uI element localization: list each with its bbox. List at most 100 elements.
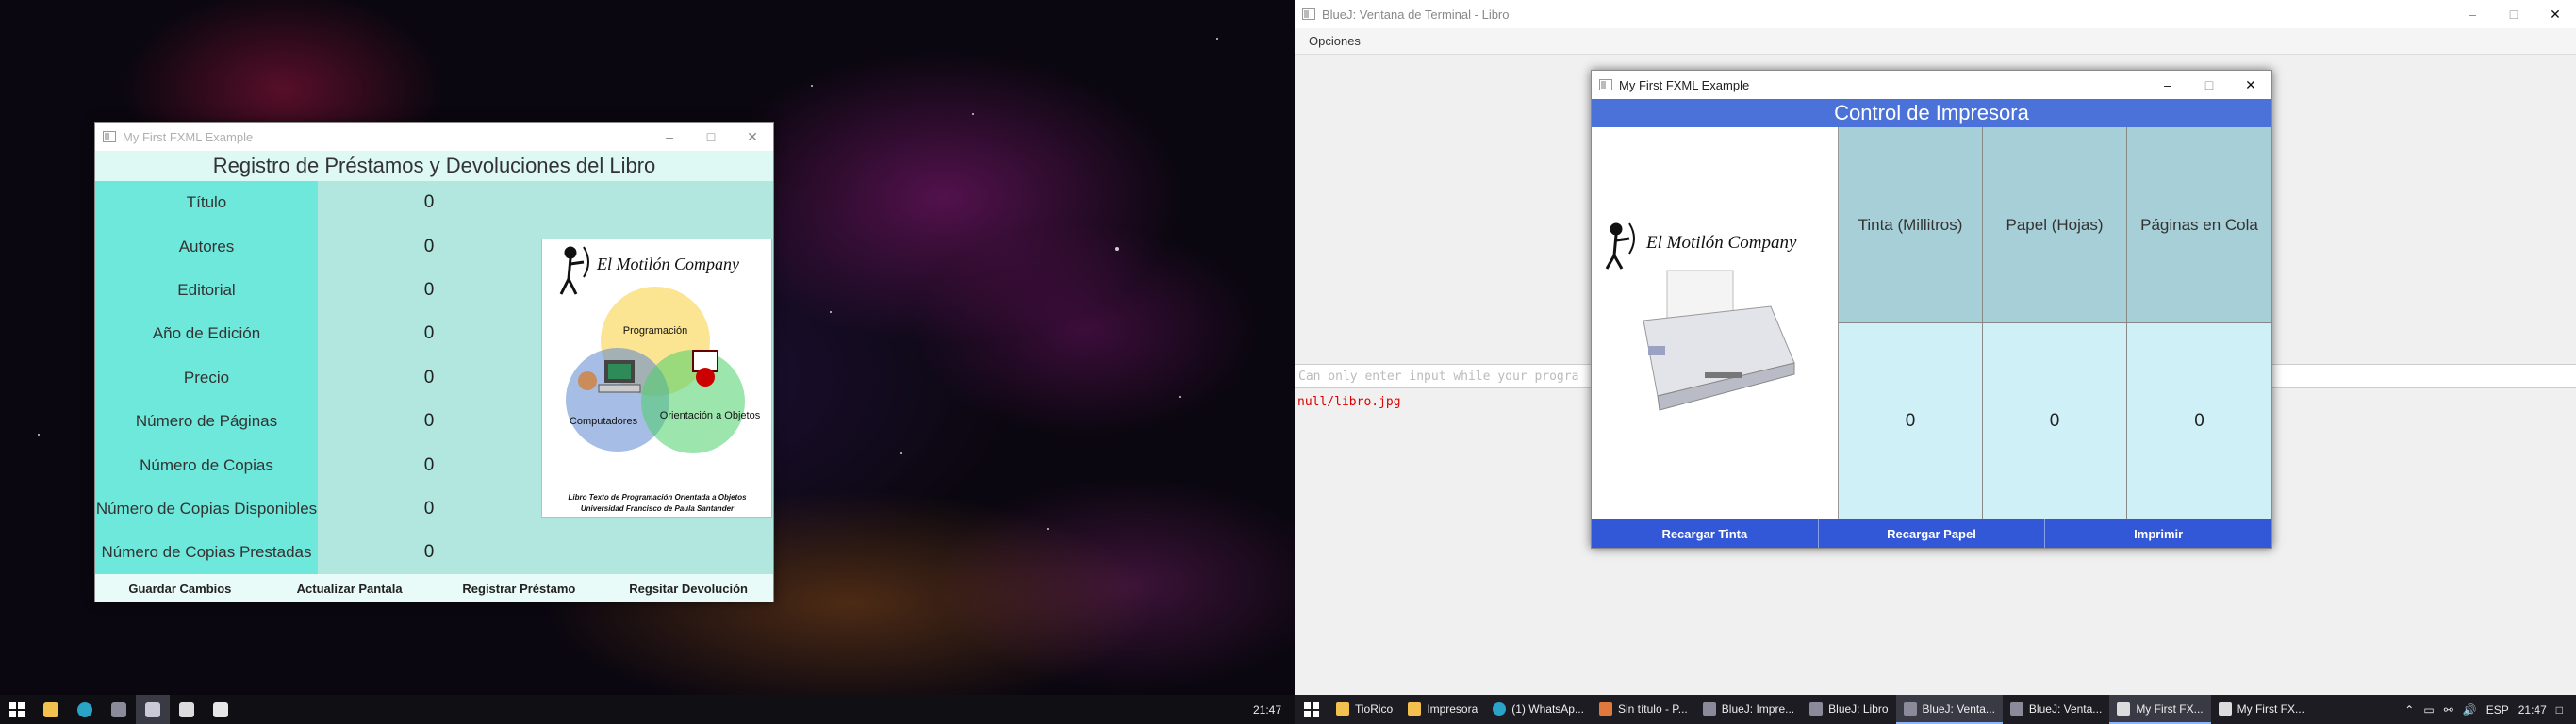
value-copias-prestadas: 0: [423, 542, 435, 563]
library-window-title: My First FXML Example: [123, 129, 254, 144]
taskbar-right: TioRico Impresora (1) WhatsAp... Sin tít…: [1295, 695, 2576, 724]
value-precio: 0: [423, 367, 435, 387]
clock-left[interactable]: 21:47: [1253, 703, 1281, 716]
terminal-title: BlueJ: Ventana de Terminal - Libro: [1322, 7, 1510, 22]
printer-panel: El Motilón Company Tinta (Millitros) 0 P…: [1592, 127, 2271, 519]
taskbar-app-bluej-ventana-2[interactable]: BlueJ: Venta...: [2003, 695, 2109, 724]
value-numero-paginas: 0: [423, 411, 435, 432]
taskbar-left: 21:47: [0, 695, 1295, 724]
recargar-papel-button[interactable]: Recargar Papel: [1819, 519, 2046, 548]
printer-image: El Motilón Company: [1592, 127, 1839, 519]
taskbar-app-paint[interactable]: Sin título - P...: [1592, 695, 1695, 724]
notification-icon[interactable]: □: [2556, 703, 2563, 716]
value-copias-disponibles: 0: [423, 498, 435, 518]
library-form: Título Autores Editorial Año de Edición …: [95, 181, 773, 574]
minimize-icon[interactable]: –: [649, 123, 690, 151]
language-indicator[interactable]: ESP: [2486, 703, 2509, 716]
label-numero-paginas: Número de Páginas: [135, 412, 278, 431]
close-icon[interactable]: ✕: [732, 123, 773, 151]
maximize-icon[interactable]: □: [690, 123, 732, 151]
paginas-value: 0: [2127, 323, 2271, 519]
label-copias-disponibles: Número de Copias Disponibles: [95, 499, 318, 518]
taskbar-app-fxml-2[interactable]: My First FX...: [2211, 695, 2312, 724]
bluej-icon: [1302, 8, 1315, 20]
archer-icon: [1605, 222, 1635, 270]
volume-icon[interactable]: 🔊: [2463, 703, 2477, 716]
chevron-up-icon[interactable]: ⌃: [2404, 703, 2414, 716]
menu-opciones[interactable]: Opciones: [1309, 34, 1361, 48]
paginas-label: Páginas en Cola: [2127, 127, 2271, 323]
minimize-icon[interactable]: –: [2452, 0, 2493, 28]
field-labels: Título Autores Editorial Año de Edición …: [95, 181, 318, 574]
logo-caption-2: Universidad Francisco de Paula Santander: [581, 504, 735, 513]
library-header: Registro de Préstamos y Devoluciones del…: [95, 151, 773, 181]
registrar-prestamo-button[interactable]: Registrar Préstamo: [435, 574, 604, 602]
label-editorial: Editorial: [177, 280, 236, 299]
file-explorer-icon[interactable]: [34, 695, 68, 724]
start-icon[interactable]: [1295, 695, 1329, 724]
taskbar-app-impresora[interactable]: Impresora: [1400, 695, 1485, 724]
paginas-column: Páginas en Cola 0: [2127, 127, 2271, 519]
taskbar-app-tiorico[interactable]: TioRico: [1329, 695, 1400, 724]
imprimir-button[interactable]: Imprimir: [2045, 519, 2271, 548]
logo-caption-1: Libro Texto de Programación Orientada a …: [568, 493, 747, 502]
edge-icon[interactable]: [68, 695, 102, 724]
maximize-icon[interactable]: □: [2188, 71, 2230, 99]
label-copias-prestadas: Número de Copias Prestadas: [101, 543, 312, 562]
value-anio-edicion: 0: [423, 323, 435, 344]
bluej-active-icon[interactable]: [136, 695, 170, 724]
tinta-value: 0: [1839, 323, 1982, 519]
papel-label: Papel (Hojas): [1983, 127, 2126, 323]
printer-window: My First FXML Example – □ ✕ Control de I…: [1591, 70, 2272, 549]
label-autores: Autores: [178, 237, 235, 255]
value-titulo: 0: [423, 192, 435, 213]
tinta-label: Tinta (Millitros): [1839, 127, 1982, 323]
tinta-column: Tinta (Millitros) 0: [1839, 127, 1983, 519]
registrar-devolucion-button[interactable]: Regsitar Devolución: [603, 574, 773, 602]
taskbar-app-bluej-impresora[interactable]: BlueJ: Impre...: [1695, 695, 1802, 724]
maximize-icon[interactable]: □: [2493, 0, 2535, 28]
papel-column: Papel (Hojas) 0: [1983, 127, 2127, 519]
venn-orientacion: Orientación a Objetos: [660, 410, 761, 421]
value-numero-copias: 0: [423, 454, 435, 475]
terminal-titlebar[interactable]: BlueJ: Ventana de Terminal - Libro – □ ✕: [1295, 0, 2576, 28]
minimize-icon[interactable]: –: [2147, 71, 2188, 99]
label-anio-edicion: Año de Edición: [152, 324, 261, 343]
taskbar-app-bluej-ventana-1[interactable]: BlueJ: Venta...: [1895, 695, 2003, 724]
wifi-icon[interactable]: ⚯: [2444, 703, 2453, 716]
printer-device-icon: [1643, 270, 1795, 411]
terminal-menubar: Opciones: [1295, 28, 2576, 55]
terminal-output: null/libro.jpg: [1297, 395, 1401, 409]
clock-right[interactable]: 21:47: [2518, 703, 2547, 716]
close-icon[interactable]: ✕: [2535, 0, 2576, 28]
logo-company-text: El Motilón Company: [596, 255, 739, 273]
start-icon[interactable]: [0, 695, 34, 724]
value-editorial: 0: [423, 279, 435, 300]
printer-header: Control de Impresora: [1592, 99, 2271, 127]
taskbar-app-whatsapp[interactable]: (1) WhatsAp...: [1485, 695, 1592, 724]
book-cover-image: El Motilón Company Programación Computad…: [541, 239, 772, 518]
recargar-tinta-button[interactable]: Recargar Tinta: [1592, 519, 1819, 548]
library-window: My First FXML Example – □ ✕ Registro de …: [94, 122, 774, 602]
taskbar-app-fxml-1[interactable]: My First FX...: [2109, 695, 2211, 724]
app-window-icon: [103, 131, 116, 142]
taskbar-app-bluej-libro[interactable]: BlueJ: Libro: [1802, 695, 1895, 724]
printer-company-text: El Motilón Company: [1645, 233, 1797, 253]
java-window-icon[interactable]: [170, 695, 204, 724]
battery-icon[interactable]: ▭: [2423, 703, 2434, 716]
printer-button-bar: Recargar Tinta Recargar Papel Imprimir: [1592, 519, 2271, 548]
printer-titlebar[interactable]: My First FXML Example – □ ✕: [1592, 71, 2271, 99]
guardar-cambios-button[interactable]: Guardar Cambios: [95, 574, 265, 602]
close-icon[interactable]: ✕: [2230, 71, 2271, 99]
java-window-icon-2[interactable]: [204, 695, 238, 724]
bluej-icon[interactable]: [102, 695, 136, 724]
library-window-titlebar[interactable]: My First FXML Example – □ ✕: [95, 123, 773, 151]
library-button-bar: Guardar Cambios Actualizar Pantala Regis…: [95, 574, 773, 602]
papel-value: 0: [1983, 323, 2126, 519]
venn-computadores: Computadores: [570, 416, 638, 427]
label-precio: Precio: [183, 368, 230, 387]
label-numero-copias: Número de Copias: [140, 455, 273, 474]
venn-programacion: Programación: [623, 325, 687, 337]
actualizar-pantalla-button[interactable]: Actualizar Pantala: [265, 574, 435, 602]
label-titulo: Título: [186, 193, 227, 212]
